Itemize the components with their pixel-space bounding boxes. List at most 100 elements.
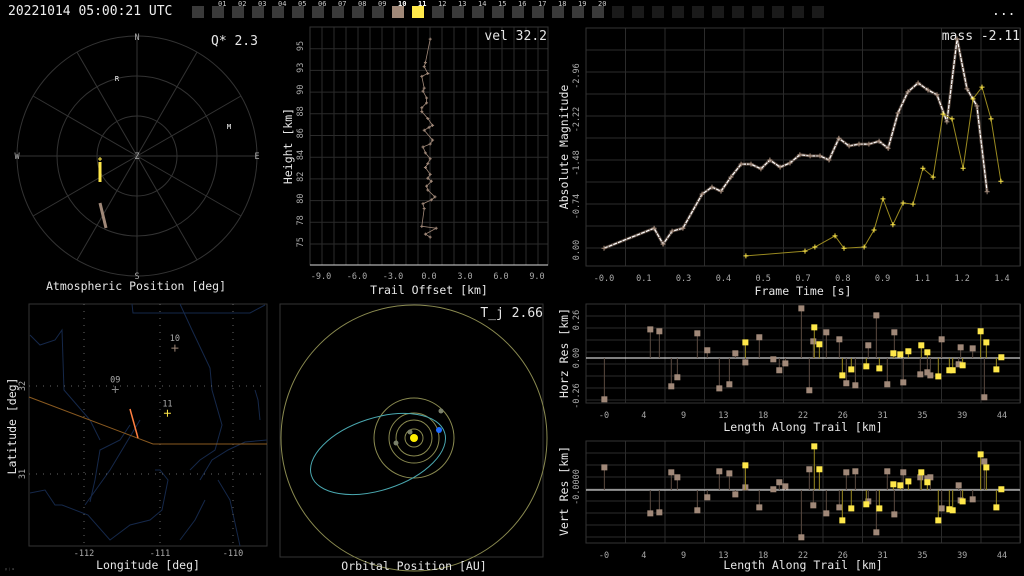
- station-11-residual: [905, 478, 912, 485]
- station-11-point: [871, 227, 877, 233]
- trail-point: [425, 96, 429, 100]
- y-tick-label: 84: [296, 150, 306, 160]
- station-10-residual: [806, 387, 813, 394]
- x-axis-title: Longitude [deg]: [96, 558, 200, 572]
- station-11-residual: [935, 373, 942, 380]
- station-11-point: [900, 200, 906, 206]
- station-11-light-curve: [745, 86, 1002, 257]
- station-10-residual: [704, 347, 711, 354]
- light-curve-panel: mass -2.11 Frame Time [s] Absolute Magni…: [557, 27, 1021, 298]
- x-tick-label: 0.5: [756, 274, 771, 284]
- x-tick-label: 18: [758, 551, 768, 561]
- station-11-residual: [876, 505, 883, 512]
- station-11-residual: [897, 351, 904, 358]
- x-tick-label: -0: [599, 551, 609, 561]
- station-11-residual: [918, 342, 925, 349]
- y-tick-label: -2.22: [572, 107, 582, 133]
- x-tick-label: 0.1: [636, 274, 651, 284]
- station-11-residual: [816, 341, 823, 348]
- earth: [436, 427, 442, 433]
- station-10-residual: [873, 312, 880, 319]
- station-11-point: [880, 196, 886, 202]
- station-10-label: 10: [170, 334, 180, 344]
- horizontal-residual-panel: Length Along Trail [km] Horz Res [km] -0…: [557, 303, 1021, 434]
- x-tick-label: 1.4: [994, 274, 1009, 284]
- planet: [393, 440, 399, 446]
- station-10-residual: [900, 469, 907, 476]
- station-10-residual: [732, 350, 739, 357]
- marker-r: R: [115, 75, 120, 83]
- y-tick-label: -0.74: [572, 194, 582, 220]
- station-11-residual: [983, 339, 990, 346]
- tisserand-metric: T_j 2.66: [480, 306, 543, 321]
- station-11-residual: [890, 481, 897, 488]
- x-tick-label: 0.8: [835, 274, 850, 284]
- station-10-residual: [852, 468, 859, 475]
- station-10-residual: [782, 483, 789, 490]
- x-tick-label: 22: [798, 411, 808, 421]
- y-axis-title: Height [km]: [281, 108, 295, 184]
- station-11-residual: [998, 354, 1005, 361]
- sky-spoke: [136, 51, 198, 157]
- station-10-residual: [674, 374, 681, 381]
- station-10-residual: [823, 510, 830, 517]
- station-10-residual: [843, 380, 850, 387]
- station-10-sky-trail: [98, 202, 108, 229]
- sky-spoke: [76, 155, 138, 261]
- x-tick-label: 0.3: [676, 274, 691, 284]
- x-axis-title: Trail Offset [km]: [370, 283, 488, 297]
- station-10-residual: [873, 529, 880, 536]
- station-10-residual: [969, 345, 976, 352]
- station-10-residual: [969, 496, 976, 503]
- x-tick-label: 26: [838, 551, 848, 561]
- station-11-point: [802, 248, 808, 254]
- y-tick-label: 0.00: [572, 240, 582, 260]
- x-tick-label: -0.0: [594, 274, 614, 284]
- station-10-residual: [656, 328, 663, 335]
- planet: [438, 408, 444, 414]
- station-10-residual: [891, 511, 898, 518]
- orbit-panel-title: Orbital Position [AU]: [341, 559, 486, 573]
- station-10-residual: [726, 381, 733, 388]
- x-tick-label: 0.9: [875, 274, 890, 284]
- station-10-residual: [647, 326, 654, 333]
- y-tick-label: -1.48: [572, 150, 582, 176]
- station-10-residual: [776, 479, 783, 486]
- y-tick-label: 31: [18, 469, 28, 479]
- x-tick-label: 31: [877, 551, 887, 561]
- sky-spoke: [136, 155, 198, 261]
- station-10-residual: [836, 504, 843, 511]
- station-10-residual: [694, 330, 701, 337]
- station-11-residual: [977, 451, 984, 458]
- map-frame: [28, 303, 268, 547]
- north-label: N: [134, 33, 139, 43]
- station-11-residual: [876, 365, 883, 372]
- station-11-residual: [811, 443, 818, 450]
- station-11-residual: [993, 504, 1000, 511]
- station-10-residual: [782, 360, 789, 367]
- station-10-residual: [756, 334, 763, 341]
- station-11-residual: [811, 324, 818, 331]
- x-tick-label: 18: [758, 411, 768, 421]
- mass-metric: mass -2.11: [942, 29, 1020, 44]
- station-11-residual: [816, 466, 823, 473]
- dashboard-canvas: Q* 2.3 N S E W Z R M Atmospheric Positio…: [4, 26, 1021, 574]
- station-11-start-marker: [98, 157, 102, 161]
- planet: [407, 429, 413, 435]
- y-tick-label: -2.96: [572, 63, 582, 89]
- sky-spoke: [32, 95, 138, 157]
- y-tick-label: 95: [296, 41, 306, 51]
- x-tick-label: 1.2: [955, 274, 970, 284]
- east-label: E: [254, 152, 259, 162]
- station-10-residual: [806, 466, 813, 473]
- x-tick-label: 35: [917, 551, 927, 561]
- x-tick-label: 31: [877, 411, 887, 421]
- station-10-residual: [852, 382, 859, 389]
- station-10-residual: [884, 381, 891, 388]
- y-tick-label: 78: [296, 215, 306, 225]
- x-tick-label: 0.0: [421, 272, 436, 282]
- station-10-residual: [656, 509, 663, 516]
- station-10-residual: [601, 464, 608, 471]
- station-10-residual: [742, 359, 749, 366]
- station-11-residual: [949, 507, 956, 514]
